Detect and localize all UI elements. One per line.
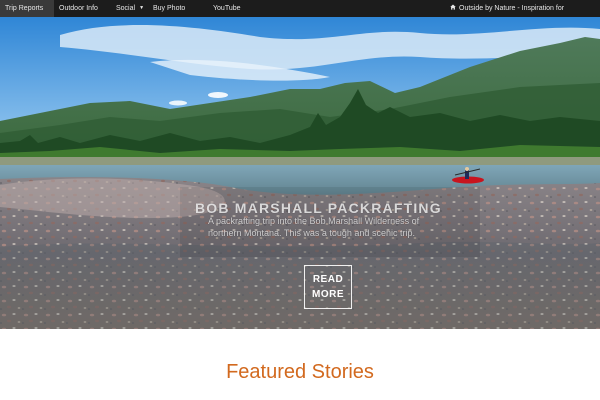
nav-outdoor-info[interactable]: Outdoor Info <box>59 0 98 17</box>
nav-social[interactable]: Social ▼ <box>116 0 144 17</box>
nav-buy-photo[interactable]: Buy Photo <box>153 0 185 17</box>
hero-title[interactable]: BOB MARSHALL PACKRAFTING <box>195 200 475 216</box>
caret-down-icon: ▼ <box>139 5 145 11</box>
top-navigation: Trip Reports Outdoor Info Social ▼ Buy Ph… <box>0 0 600 17</box>
nav-site-tagline[interactable]: Outside by Nature - Inspiration for <box>450 0 564 17</box>
hero-banner[interactable]: BOB MARSHALL PACKRAFTING A packrafting t… <box>0 17 600 329</box>
nav-youtube[interactable]: YouTube <box>213 0 241 17</box>
home-icon <box>450 4 456 10</box>
read-more-button[interactable]: READ MORE <box>304 265 352 309</box>
featured-stories-heading: Featured Stories <box>226 361 374 383</box>
nav-trip-reports[interactable]: Trip Reports <box>0 0 54 17</box>
nav-social-label: Social <box>116 5 136 12</box>
hero-description: A packrafting trip into the Bob Marshall… <box>208 216 420 238</box>
hero-photo <box>0 17 600 329</box>
tagline-text: Outside by Nature - Inspiration for <box>459 5 565 12</box>
